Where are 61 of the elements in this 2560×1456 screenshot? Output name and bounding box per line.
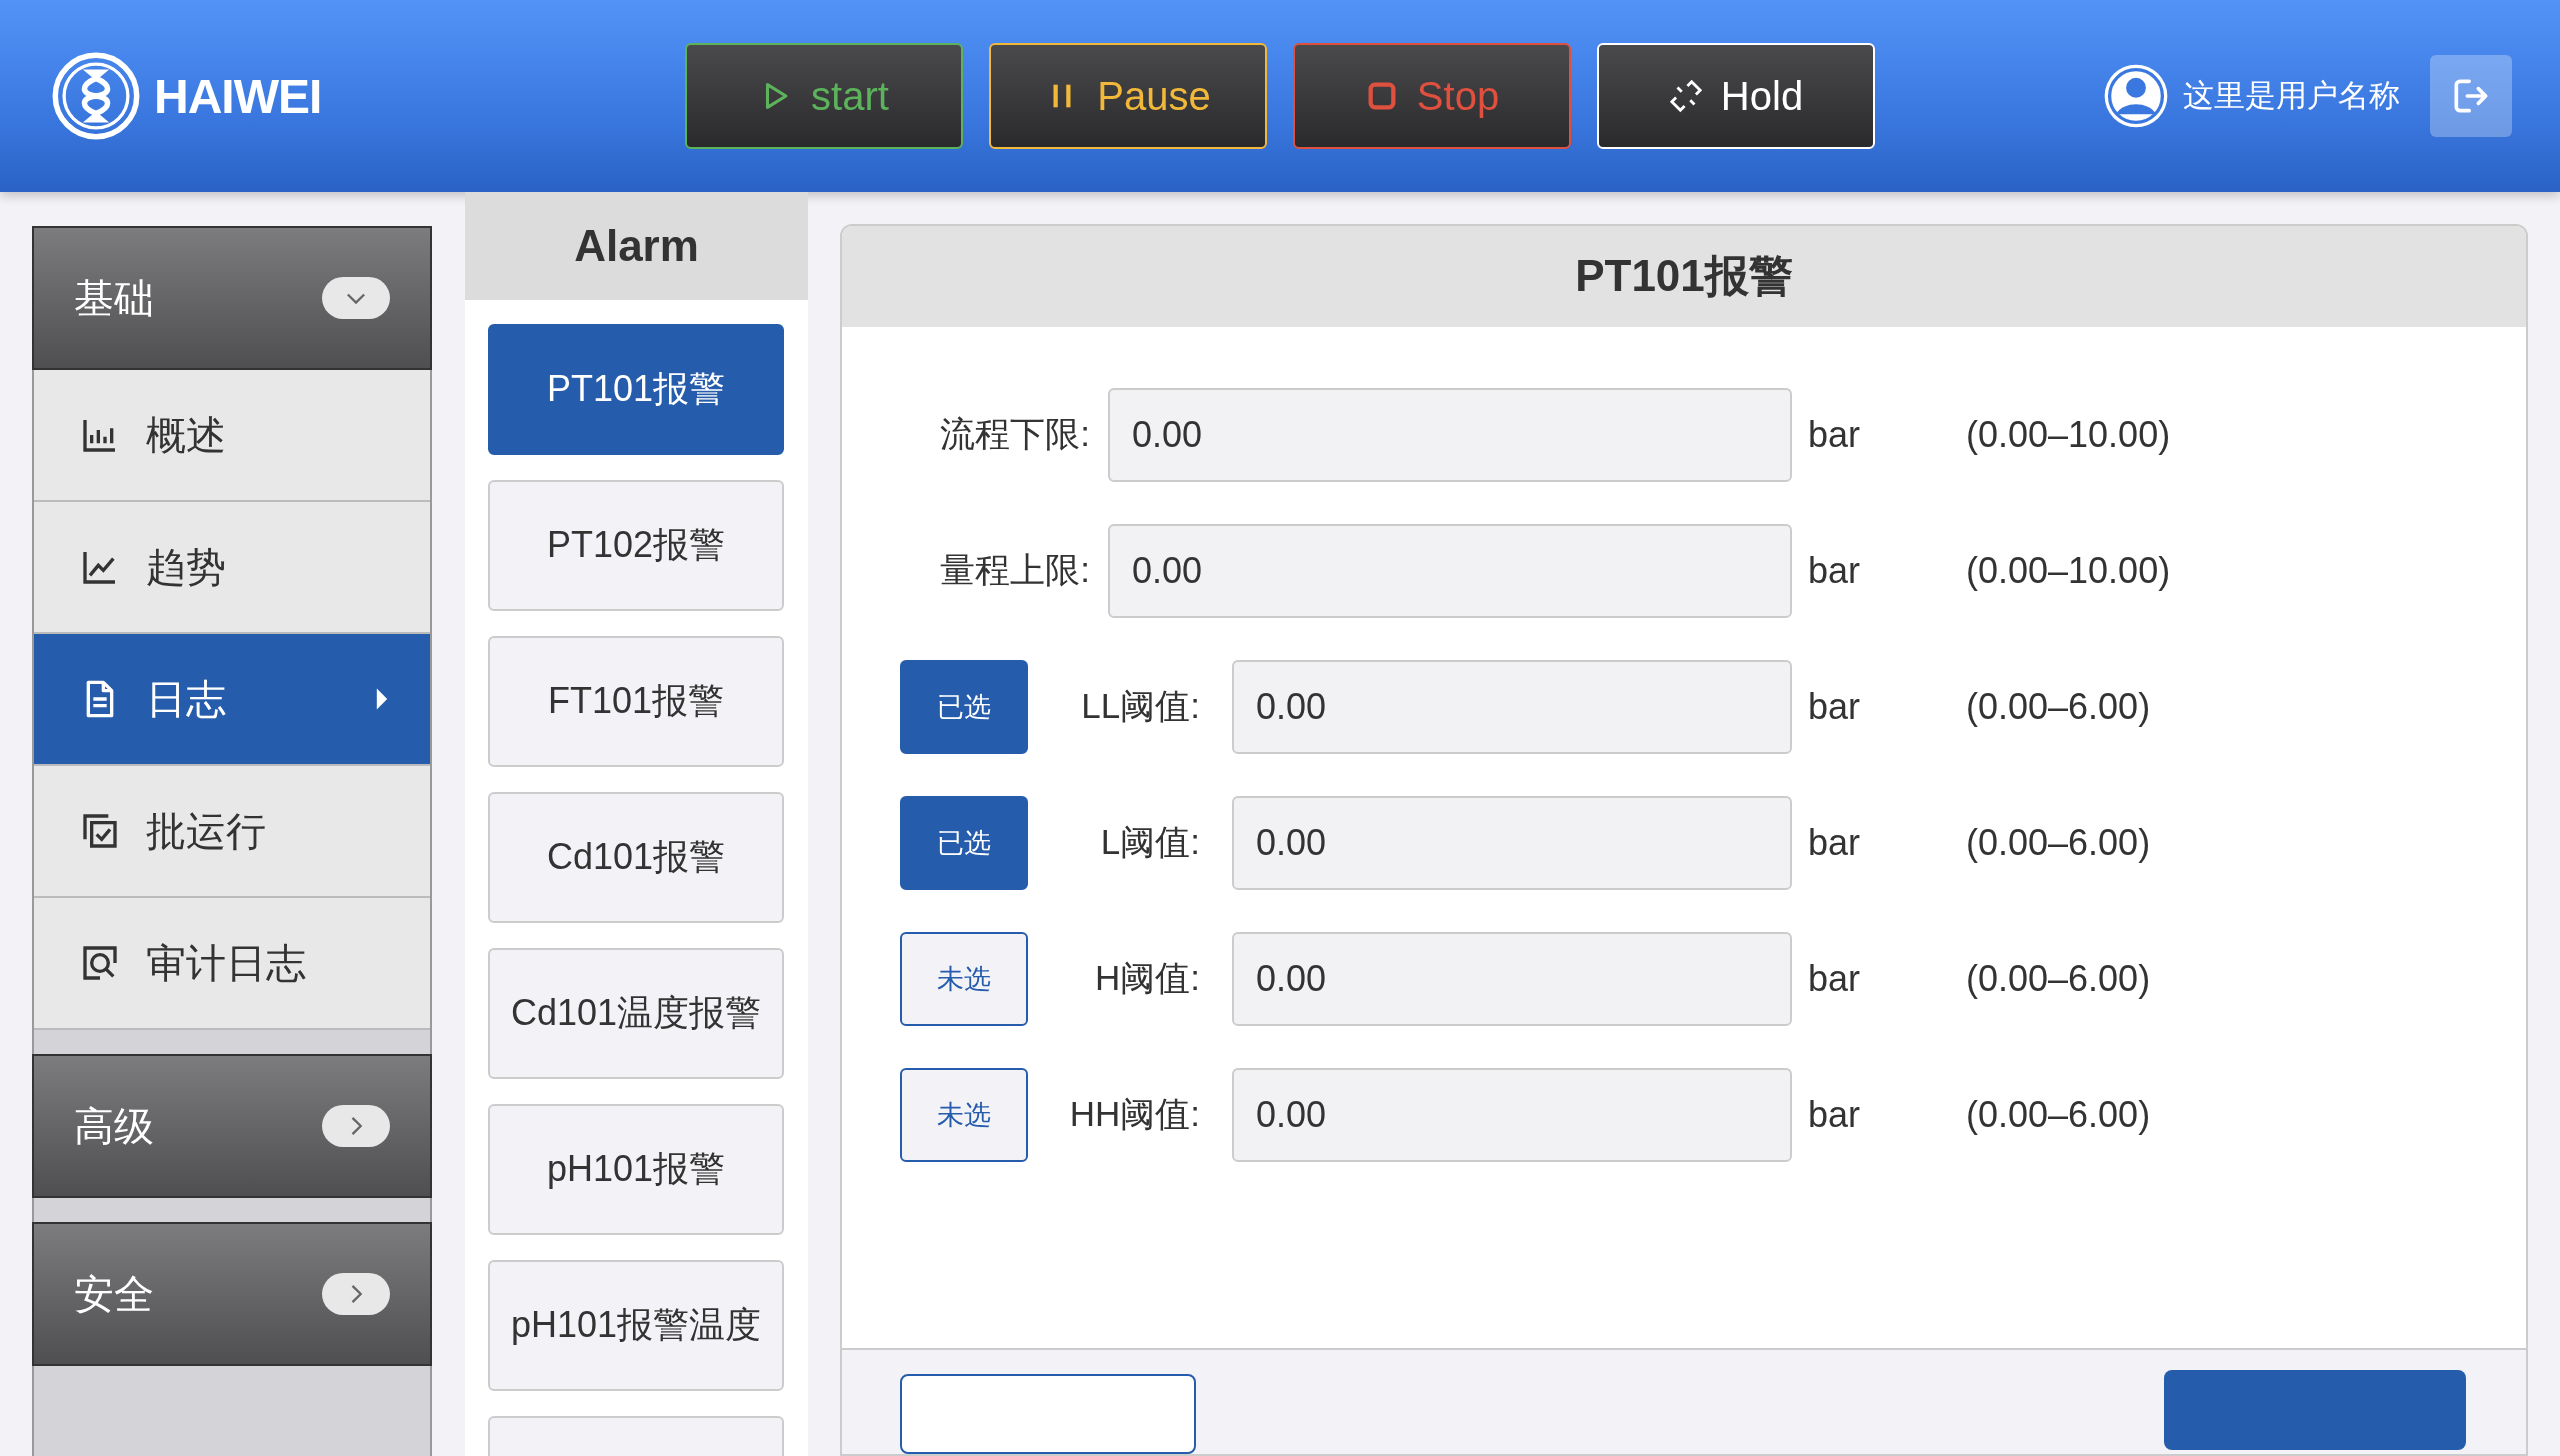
unit-label: bar <box>1808 685 1862 728</box>
value-input[interactable]: 0.00 <box>1108 523 1792 618</box>
select-toggle[interactable]: 未选 <box>900 931 1028 1026</box>
alarm-item[interactable]: Cd101温度报警 <box>488 948 784 1079</box>
user-avatar-icon <box>2103 63 2169 129</box>
magnifier-icon <box>80 943 120 983</box>
menu-item[interactable]: 审计日志 <box>34 898 430 1030</box>
menu-item[interactable]: 日志 <box>34 634 430 766</box>
field-label: 量程上限: <box>940 549 1090 592</box>
start-button[interactable]: start <box>685 43 963 149</box>
select-toggle[interactable]: 未选 <box>900 1067 1028 1162</box>
menu-group-header[interactable]: 安全 <box>32 1222 432 1366</box>
hold-button[interactable]: Hold <box>1597 43 1875 149</box>
field-label: H阈值: <box>1095 957 1200 1000</box>
field-label: HH阈值: <box>1069 1093 1200 1136</box>
field-label: L阈值: <box>1100 821 1200 864</box>
menu-item[interactable]: 概述 <box>34 370 430 502</box>
value-input[interactable]: 0.00 <box>1232 931 1792 1026</box>
menu-group-header[interactable]: 基础 <box>32 226 432 370</box>
alarm-item[interactable]: FT101报警 <box>488 636 784 767</box>
unit-label: bar <box>1808 957 1862 1000</box>
logo-icon <box>52 52 140 140</box>
alarm-list-title: Alarm <box>465 192 808 300</box>
alarm-item[interactable]: pH101报警 <box>488 1104 784 1235</box>
value-input[interactable]: 0.00 <box>1108 387 1792 482</box>
range-label: (0.00–6.00) <box>1966 957 2151 1000</box>
chevron-toggle[interactable] <box>322 277 390 319</box>
range-label: (0.00–6.00) <box>1966 1093 2151 1136</box>
menu-item[interactable]: 趋势 <box>34 502 430 634</box>
unit-label: bar <box>1808 821 1862 864</box>
select-toggle[interactable]: 已选 <box>900 795 1028 890</box>
value-input[interactable]: 0.00 <box>1232 1067 1792 1162</box>
field-label: 流程下限: <box>940 413 1090 456</box>
select-toggle[interactable]: 已选 <box>900 659 1028 754</box>
footer-button[interactable] <box>900 1374 1196 1454</box>
chevron-toggle[interactable] <box>322 1105 390 1147</box>
range-label: (0.00–10.00) <box>1966 413 2171 456</box>
alarm-item[interactable]: pH101报警温度 <box>488 1260 784 1391</box>
pause-button[interactable]: Pause <box>989 43 1267 149</box>
chevron-toggle[interactable] <box>322 1273 390 1315</box>
unlink-icon <box>1668 79 1703 113</box>
range-label: (0.00–6.00) <box>1966 685 2151 728</box>
menu-item[interactable]: 批运行 <box>34 766 430 898</box>
range-label: (0.00–10.00) <box>1966 549 2171 592</box>
value-input[interactable]: 0.00 <box>1232 795 1792 890</box>
unit-label: bar <box>1808 1093 1862 1136</box>
logout-button[interactable] <box>2430 55 2512 137</box>
alarm-item[interactable]: PT102报警 <box>488 480 784 611</box>
panel-title: PT101报警 <box>1575 249 1793 302</box>
field-label: LL阈值: <box>1081 685 1200 728</box>
checked-window-icon <box>80 811 120 851</box>
alarm-item[interactable]: Cd101报警 <box>488 792 784 923</box>
user-name: 这里是用户名称 <box>2183 77 2400 115</box>
value-input[interactable]: 0.00 <box>1232 659 1792 754</box>
alarm-item[interactable]: PT101报警 <box>488 324 784 455</box>
unit-label: bar <box>1808 413 1862 456</box>
brand-name: HAIWEI <box>154 68 322 124</box>
menu-group-header[interactable]: 高级 <box>32 1054 432 1198</box>
range-label: (0.00–6.00) <box>1966 821 2151 864</box>
caret-icon <box>374 686 390 712</box>
unit-label: bar <box>1808 549 1862 592</box>
